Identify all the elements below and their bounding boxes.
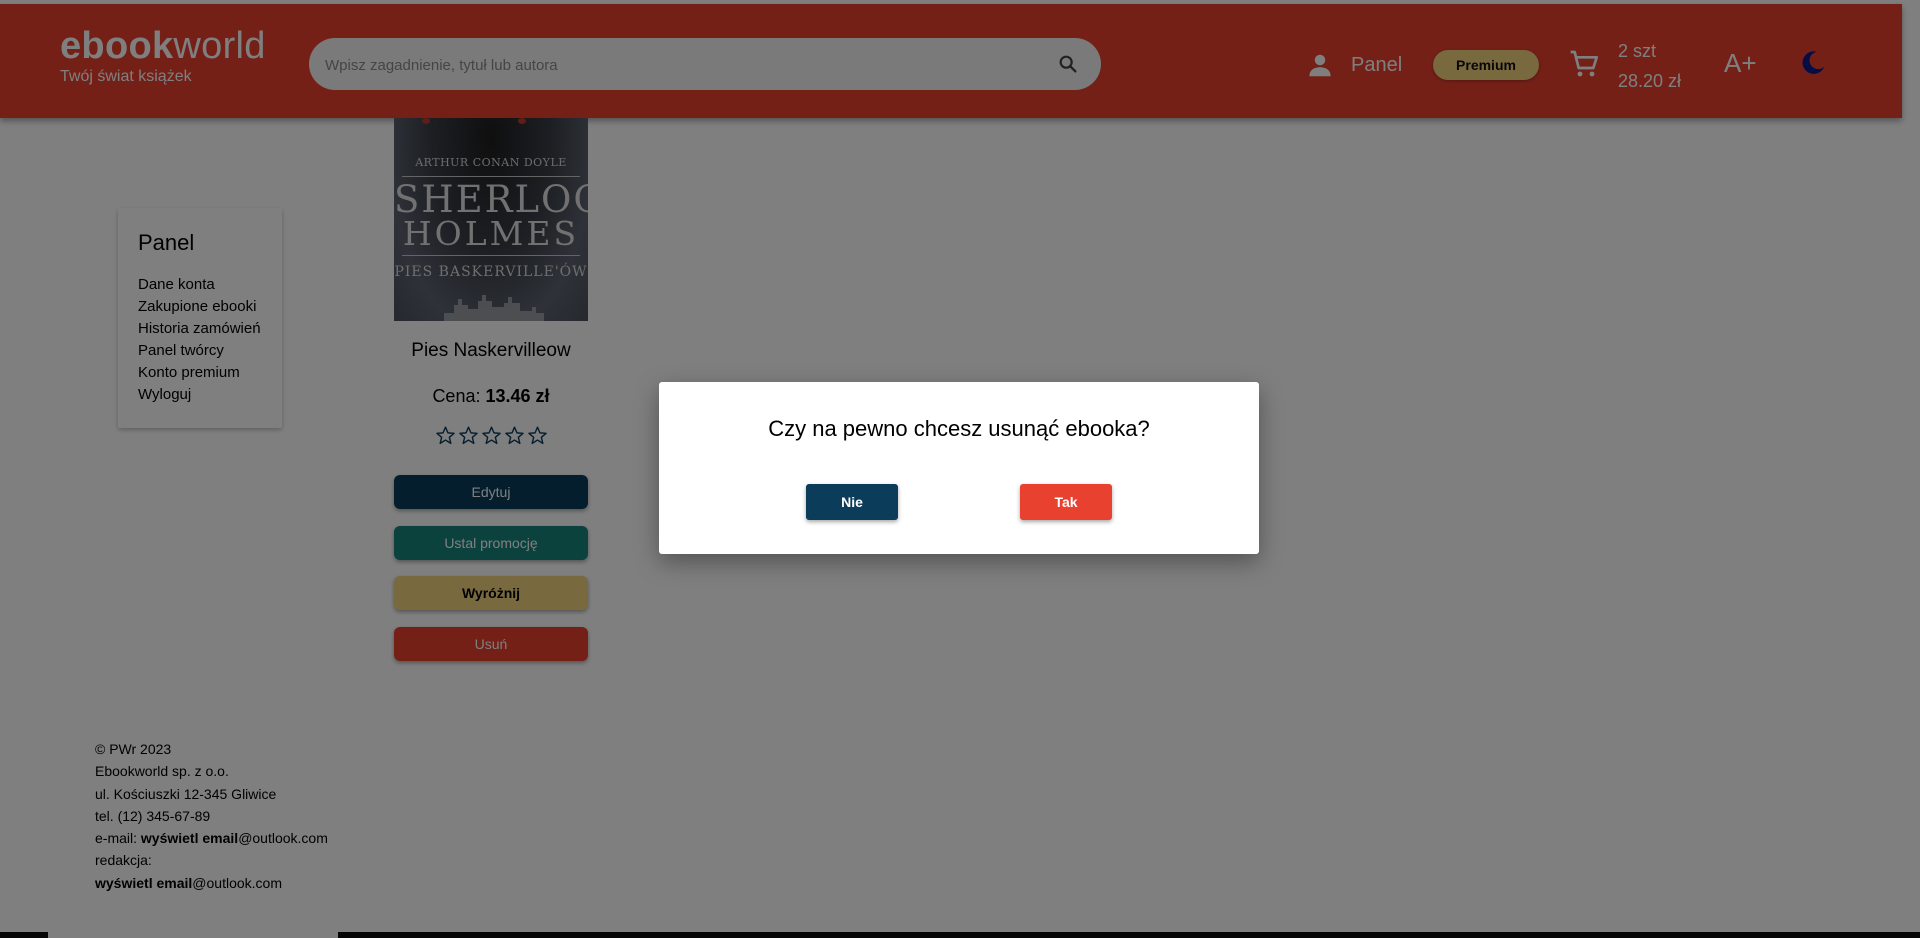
dialog-question: Czy na pewno chcesz usunąć ebooka? bbox=[768, 416, 1150, 441]
modal-backdrop[interactable]: Czy na pewno chcesz usunąć ebooka? Nie T… bbox=[0, 0, 1920, 938]
cancel-button[interactable]: Nie bbox=[806, 484, 898, 520]
confirm-button[interactable]: Tak bbox=[1020, 484, 1112, 520]
confirm-delete-dialog: Czy na pewno chcesz usunąć ebooka? Nie T… bbox=[659, 382, 1259, 554]
